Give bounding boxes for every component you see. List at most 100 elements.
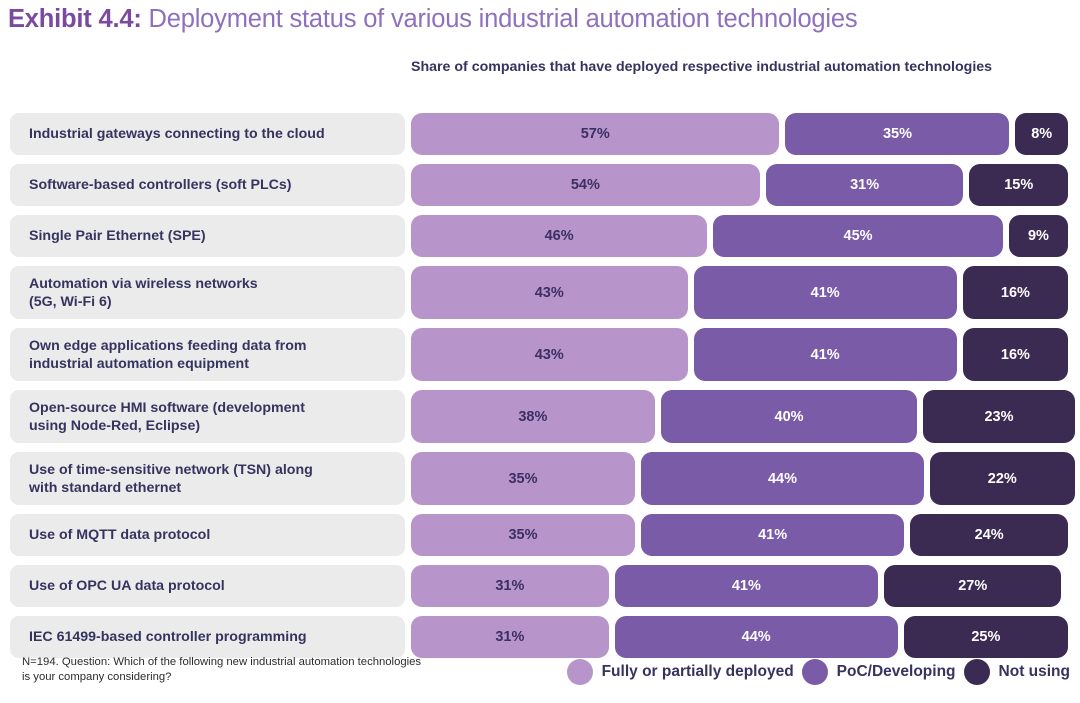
chart-rows-container: Industrial gateways connecting to the cl… bbox=[0, 113, 1080, 667]
bar-segment-value: 54% bbox=[570, 177, 600, 193]
row-bar-track: 43% 41% 16% bbox=[411, 328, 1068, 381]
legend-item[interactable]: Fully or partially deployed bbox=[566, 659, 794, 685]
row-label: Automation via wireless networks (5G, Wi… bbox=[29, 275, 258, 310]
legend-swatch-icon bbox=[566, 659, 593, 685]
row-label-chip: Use of MQTT data protocol bbox=[10, 514, 405, 556]
row-label: Single Pair Ethernet (SPE) bbox=[29, 228, 206, 244]
chart-row: Own edge applications feeding data from … bbox=[0, 328, 1080, 381]
legend-item[interactable]: Not using bbox=[963, 659, 1070, 685]
chart-row: Industrial gateways connecting to the cl… bbox=[0, 113, 1080, 155]
bar-segment-value: 41% bbox=[810, 346, 840, 363]
row-bar-track: 38% 40% 23% bbox=[411, 390, 1075, 443]
row-label: Own edge applications feeding data from … bbox=[29, 337, 307, 372]
row-bar-track: 31% 41% 27% bbox=[411, 565, 1068, 607]
bar-segment-0: 57% bbox=[411, 113, 780, 155]
bar-segment-2: 16% bbox=[962, 328, 1068, 381]
bar-segment-0: 46% bbox=[411, 215, 708, 257]
row-label: Software-based controllers (soft PLCs) bbox=[29, 177, 292, 193]
bar-segment-value: 46% bbox=[544, 228, 574, 244]
row-bar-track: 54% 31% 15% bbox=[411, 164, 1068, 206]
row-label: Open-source HMI software (development us… bbox=[29, 399, 305, 434]
bar-segment-0: 31% bbox=[411, 565, 609, 607]
bar-segment-value: 35% bbox=[508, 527, 538, 543]
legend-item[interactable]: PoC/Developing bbox=[801, 659, 956, 685]
page-title: Exhibit 4.4: Deployment status of variou… bbox=[8, 2, 1068, 36]
chart-subtitle: Share of companies that have deployed re… bbox=[411, 59, 993, 75]
row-label-chip: Use of OPC UA data protocol bbox=[10, 565, 405, 607]
bar-segment-2: 24% bbox=[910, 514, 1068, 556]
legend-swatch-icon bbox=[963, 659, 990, 685]
legend-label: PoC/Developing bbox=[836, 663, 956, 680]
bar-segment-2: 9% bbox=[1008, 215, 1068, 257]
bar-segment-2: 15% bbox=[969, 164, 1068, 206]
bar-segment-value: 40% bbox=[774, 408, 804, 425]
row-label-chip: Use of time-sensitive network (TSN) alon… bbox=[10, 452, 405, 505]
bar-segment-2: 23% bbox=[923, 390, 1075, 443]
bar-segment-value: 16% bbox=[1000, 284, 1030, 301]
chart-row: Use of time-sensitive network (TSN) alon… bbox=[0, 452, 1080, 505]
bar-segment-value: 31% bbox=[495, 629, 525, 645]
bar-segment-1: 40% bbox=[660, 390, 918, 443]
bar-segment-value: 45% bbox=[843, 228, 873, 244]
row-label: IEC 61499-based controller programming bbox=[29, 629, 307, 645]
chart-legend: Fully or partially deployed PoC/Developin… bbox=[500, 655, 1070, 689]
bar-segment-value: 41% bbox=[758, 527, 788, 543]
bar-segment-value: 9% bbox=[1027, 228, 1049, 244]
bar-segment-value: 38% bbox=[518, 408, 548, 425]
chart-row: Automation via wireless networks (5G, Wi… bbox=[0, 266, 1080, 319]
bar-segment-2: 22% bbox=[930, 452, 1075, 505]
bar-segment-value: 43% bbox=[534, 346, 564, 363]
bar-segment-value: 44% bbox=[767, 470, 797, 487]
bar-segment-value: 41% bbox=[731, 578, 761, 594]
bar-segment-value: 35% bbox=[508, 470, 538, 487]
bar-segment-value: 31% bbox=[850, 177, 880, 193]
bar-segment-0: 43% bbox=[411, 328, 688, 381]
row-bar-track: 43% 41% 16% bbox=[411, 266, 1068, 319]
bar-segment-value: 25% bbox=[971, 629, 1001, 645]
bar-segment-value: 57% bbox=[580, 126, 610, 142]
chart-row: Use of OPC UA data protocol 31% 41% 27% bbox=[0, 565, 1080, 607]
row-bar-track: 35% 44% 22% bbox=[411, 452, 1075, 505]
bar-segment-2: 27% bbox=[884, 565, 1062, 607]
bar-segment-1: 31% bbox=[765, 164, 964, 206]
row-label: Use of time-sensitive network (TSN) alon… bbox=[29, 461, 313, 496]
bar-segment-0: 35% bbox=[411, 514, 635, 556]
row-label: Use of MQTT data protocol bbox=[29, 527, 211, 543]
bar-segment-value: 44% bbox=[741, 629, 771, 645]
chart-row: Single Pair Ethernet (SPE) 46% 45% 9% bbox=[0, 215, 1080, 257]
chart-footnote: N=194. Question: Which of the following … bbox=[22, 656, 422, 683]
legend-label: Not using bbox=[998, 663, 1070, 680]
bar-segment-value: 35% bbox=[882, 126, 912, 142]
bar-segment-value: 8% bbox=[1031, 126, 1053, 142]
bar-segment-0: 35% bbox=[411, 452, 635, 505]
chart-row: IEC 61499-based controller programming 31… bbox=[0, 616, 1080, 658]
row-bar-track: 35% 41% 24% bbox=[411, 514, 1068, 556]
row-label-chip: Automation via wireless networks (5G, Wi… bbox=[10, 266, 405, 319]
row-label: Use of OPC UA data protocol bbox=[29, 578, 225, 594]
bar-segment-value: 31% bbox=[495, 578, 525, 594]
row-label: Industrial gateways connecting to the cl… bbox=[29, 126, 325, 142]
bar-segment-1: 41% bbox=[693, 328, 957, 381]
bar-segment-0: 54% bbox=[411, 164, 760, 206]
bar-segment-0: 38% bbox=[411, 390, 655, 443]
row-bar-track: 31% 44% 25% bbox=[411, 616, 1068, 658]
row-label-chip: Single Pair Ethernet (SPE) bbox=[10, 215, 405, 257]
row-label-chip: Open-source HMI software (development us… bbox=[10, 390, 405, 443]
bar-segment-value: 24% bbox=[974, 527, 1004, 543]
bar-segment-value: 23% bbox=[984, 408, 1014, 425]
legend-swatch-icon bbox=[801, 659, 828, 685]
legend-label: Fully or partially deployed bbox=[601, 663, 794, 680]
bar-segment-1: 41% bbox=[693, 266, 957, 319]
row-bar-track: 46% 45% 9% bbox=[411, 215, 1068, 257]
bar-segment-value: 15% bbox=[1004, 177, 1034, 193]
row-label-chip: Own edge applications feeding data from … bbox=[10, 328, 405, 381]
chart-row: Use of MQTT data protocol 35% 41% 24% bbox=[0, 514, 1080, 556]
bar-segment-2: 16% bbox=[962, 266, 1068, 319]
exhibit-number: Exhibit 4.4: bbox=[8, 5, 142, 33]
bar-segment-value: 27% bbox=[958, 578, 988, 594]
bar-segment-1: 44% bbox=[640, 452, 925, 505]
row-label-chip: Industrial gateways connecting to the cl… bbox=[10, 113, 405, 155]
bar-segment-1: 35% bbox=[785, 113, 1010, 155]
row-label-chip: Software-based controllers (soft PLCs) bbox=[10, 164, 405, 206]
bar-segment-1: 41% bbox=[640, 514, 905, 556]
